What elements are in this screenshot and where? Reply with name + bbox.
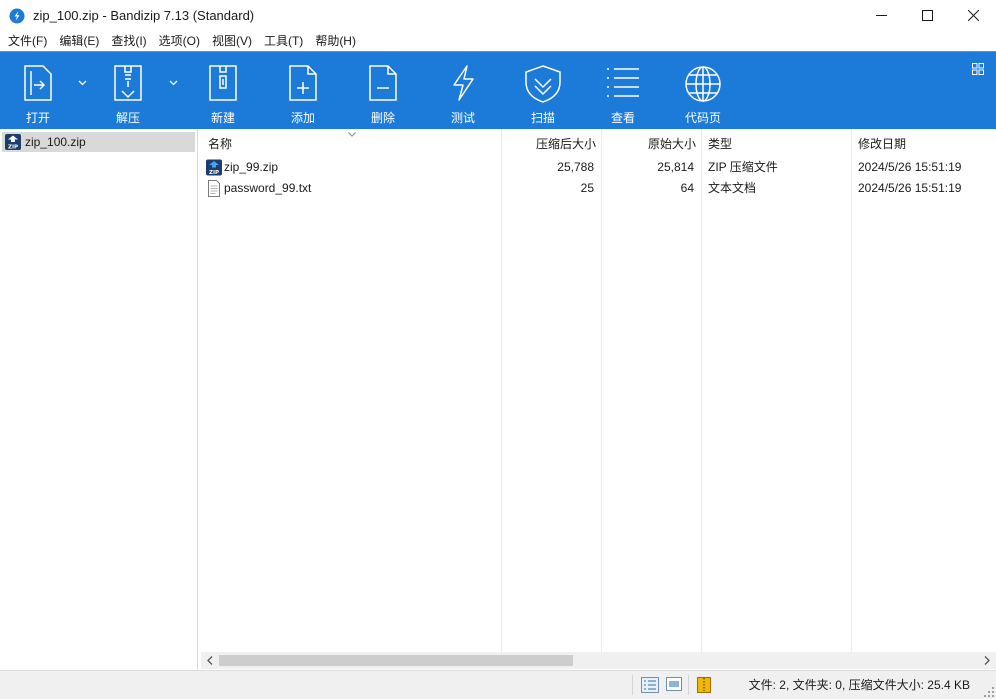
view-label: 查看 <box>610 111 635 125</box>
minimize-icon <box>875 15 887 16</box>
column-original-size[interactable]: 原始大小 <box>601 129 696 157</box>
column-type[interactable]: 类型 <box>708 129 732 157</box>
zip-archive-icon: ZIP <box>5 134 21 150</box>
lightning-icon <box>453 65 474 101</box>
scrollbar-thumb[interactable] <box>219 655 573 666</box>
scroll-left-button[interactable] <box>203 652 217 669</box>
chevron-left-icon <box>207 656 213 665</box>
file-packed-size: 25 <box>580 181 594 195</box>
file-type: ZIP 压缩文件 <box>708 160 778 174</box>
globe-icon <box>685 66 721 102</box>
extract-button[interactable]: 解压 <box>100 52 156 129</box>
test-button[interactable]: 测试 <box>435 52 491 129</box>
delete-label: 删除 <box>370 111 395 125</box>
new-archive-button[interactable]: 新建 <box>195 52 251 129</box>
svg-text:ZIP: ZIP <box>209 170 219 176</box>
maximize-icon <box>921 10 933 21</box>
codepage-label: 代码页 <box>684 111 721 125</box>
status-separator <box>632 675 633 695</box>
file-original-size: 64 <box>680 181 694 195</box>
open-archive-icon <box>24 65 52 101</box>
file-modified: 2024/5/26 15:51:19 <box>858 160 962 174</box>
archive-tree-pane: ZIP zip_100.zip <box>0 129 198 670</box>
codepage-button[interactable]: 代码页 <box>675 52 731 129</box>
test-label: 测试 <box>450 111 475 125</box>
close-icon <box>967 10 979 21</box>
title-bar: zip_100.zip - Bandizip 7.13 (Standard) <box>0 0 996 31</box>
extract-dropdown-chevron-icon[interactable] <box>169 80 178 86</box>
add-button[interactable]: 添加 <box>275 52 331 129</box>
zip-archive-icon: ZIP <box>206 159 222 176</box>
tree-item-root[interactable]: ZIP zip_100.zip <box>2 132 195 152</box>
svg-text:ZIP: ZIP <box>8 145 18 151</box>
column-divider <box>501 129 502 652</box>
new-archive-icon <box>209 65 237 101</box>
open-button[interactable]: 打开 <box>10 52 66 129</box>
menu-tools[interactable]: 工具(T) <box>258 31 309 51</box>
file-packed-size: 25,788 <box>557 160 594 174</box>
add-label: 添加 <box>290 111 315 125</box>
menu-bar: 文件(F) 编辑(E) 查找(I) 选项(O) 视图(V) 工具(T) 帮助(H… <box>0 31 996 51</box>
menu-file[interactable]: 文件(F) <box>2 31 53 51</box>
maximize-button[interactable] <box>904 0 950 31</box>
view-button[interactable]: 查看 <box>595 52 651 129</box>
extract-zipper-icon <box>114 65 142 101</box>
status-text: 文件: 2, 文件夹: 0, 压缩文件大小: 25.4 KB <box>748 678 970 692</box>
text-file-icon <box>208 180 220 197</box>
column-divider <box>601 129 602 652</box>
menu-help[interactable]: 帮助(H) <box>309 31 362 51</box>
column-header: 名称 压缩后大小 原始大小 类型 修改日期 <box>201 129 996 157</box>
table-row[interactable]: password_99.txt 25 64 文本文档 2024/5/26 15:… <box>201 178 996 199</box>
chevron-right-icon <box>984 656 990 665</box>
menu-options[interactable]: 选项(O) <box>153 31 206 51</box>
close-button[interactable] <box>950 0 996 31</box>
horizontal-scrollbar[interactable] <box>201 652 996 669</box>
status-bar: 文件: 2, 文件夹: 0, 压缩文件大小: 25.4 KB <box>0 670 996 699</box>
column-name[interactable]: 名称 <box>208 129 232 157</box>
menu-edit[interactable]: 编辑(E) <box>53 31 105 51</box>
scroll-right-button[interactable] <box>980 652 994 669</box>
file-name: zip_99.zip <box>224 160 279 174</box>
toolbar: 打开 解压 新建 添加 删除 测试 扫描 查看 代码页 <box>0 51 996 129</box>
file-list: 名称 压缩后大小 原始大小 类型 修改日期 ZIP zip_99.zip 25,… <box>201 129 996 670</box>
minimize-button[interactable] <box>858 0 904 31</box>
add-file-icon <box>289 65 317 101</box>
table-row[interactable]: ZIP zip_99.zip 25,788 25,814 ZIP 压缩文件 20… <box>201 157 996 178</box>
details-view-icon[interactable] <box>641 677 659 693</box>
archive-info-icon[interactable] <box>697 677 711 693</box>
scan-button[interactable]: 扫描 <box>515 52 571 129</box>
file-original-size: 25,814 <box>657 160 694 174</box>
column-divider <box>701 129 702 652</box>
sort-chevron-icon <box>348 132 356 137</box>
extract-label: 解压 <box>115 111 140 125</box>
resize-grip-icon[interactable] <box>984 687 994 697</box>
list-view-icon <box>607 68 639 97</box>
shield-icon <box>525 65 561 103</box>
tree-item-label: zip_100.zip <box>25 135 86 149</box>
preview-pane-icon[interactable] <box>666 677 682 691</box>
file-modified: 2024/5/26 15:51:19 <box>858 181 962 195</box>
bandizip-app-icon <box>9 8 25 23</box>
new-label: 新建 <box>210 111 235 125</box>
scan-label: 扫描 <box>530 111 555 125</box>
open-dropdown-chevron-icon[interactable] <box>78 80 87 86</box>
column-packed-size[interactable]: 压缩后大小 <box>501 129 596 157</box>
window-title: zip_100.zip - Bandizip 7.13 (Standard) <box>33 8 255 23</box>
file-name: password_99.txt <box>224 181 312 195</box>
column-modified-date[interactable]: 修改日期 <box>858 129 906 157</box>
open-label: 打开 <box>25 111 50 125</box>
status-separator <box>688 675 689 695</box>
column-divider <box>851 129 852 652</box>
menu-find[interactable]: 查找(I) <box>105 31 152 51</box>
delete-file-icon <box>369 65 397 101</box>
menu-view[interactable]: 视图(V) <box>206 31 258 51</box>
file-type: 文本文档 <box>708 181 757 195</box>
delete-button[interactable]: 删除 <box>355 52 411 129</box>
layout-grid-icon[interactable] <box>972 63 984 75</box>
